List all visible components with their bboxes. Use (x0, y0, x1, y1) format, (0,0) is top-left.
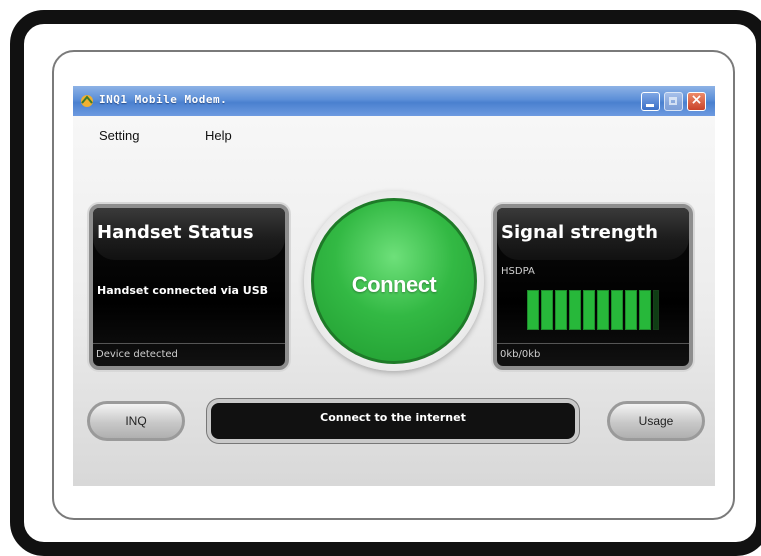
connect-button-label: Connect (351, 272, 437, 297)
signal-bar (569, 290, 581, 330)
menu-item-help[interactable]: Help (205, 128, 232, 143)
signal-strength-title: Signal strength (501, 222, 658, 243)
handset-status-header: Handset Status (93, 208, 285, 260)
signal-strength-header: Signal strength (497, 208, 689, 260)
signal-bar (653, 290, 659, 330)
menu-item-setting[interactable]: Setting (99, 128, 139, 143)
signal-bar (583, 290, 595, 330)
title-bar[interactable]: INQ1 Mobile Modem. × (73, 86, 715, 116)
handset-status-footer: Device detected (93, 343, 285, 366)
usage-button[interactable]: Usage (607, 401, 705, 441)
signal-bar (639, 290, 651, 330)
inq-button-label: INQ (125, 414, 147, 428)
signal-bar (611, 290, 623, 330)
connection-status-text: Connect to the internet (320, 410, 466, 424)
signal-bar (597, 290, 609, 330)
app-window: INQ1 Mobile Modem. × Setting Help Handse… (73, 86, 715, 486)
network-type-label: HSDPA (501, 266, 535, 277)
signal-bar (625, 290, 637, 330)
close-icon[interactable]: × (687, 92, 706, 111)
signal-bar (541, 290, 553, 330)
handset-status-title: Handset Status (97, 222, 254, 243)
inq-button[interactable]: INQ (87, 401, 185, 441)
connect-button[interactable]: Connect (311, 198, 477, 364)
signal-strength-panel: Signal strength HSDPA 0kb/0kb (493, 204, 693, 370)
connection-status-bar: Connect to the internet (207, 399, 579, 443)
signal-strength-footer: 0kb/0kb (497, 343, 689, 366)
usage-button-label: Usage (638, 414, 674, 428)
signal-bar (555, 290, 567, 330)
minimize-icon[interactable] (641, 92, 660, 111)
device-status-text: Device detected (96, 349, 178, 360)
maximize-icon[interactable] (664, 92, 683, 111)
handset-status-panel: Handset Status Handset connected via USB… (89, 204, 289, 370)
handset-status-message: Handset connected via USB (97, 284, 269, 297)
modem-app-icon (81, 95, 93, 107)
menu-bar: Setting Help (73, 116, 715, 146)
signal-bar (527, 290, 539, 330)
data-usage-text: 0kb/0kb (500, 349, 541, 360)
window-title: INQ1 Mobile Modem. (99, 93, 228, 106)
